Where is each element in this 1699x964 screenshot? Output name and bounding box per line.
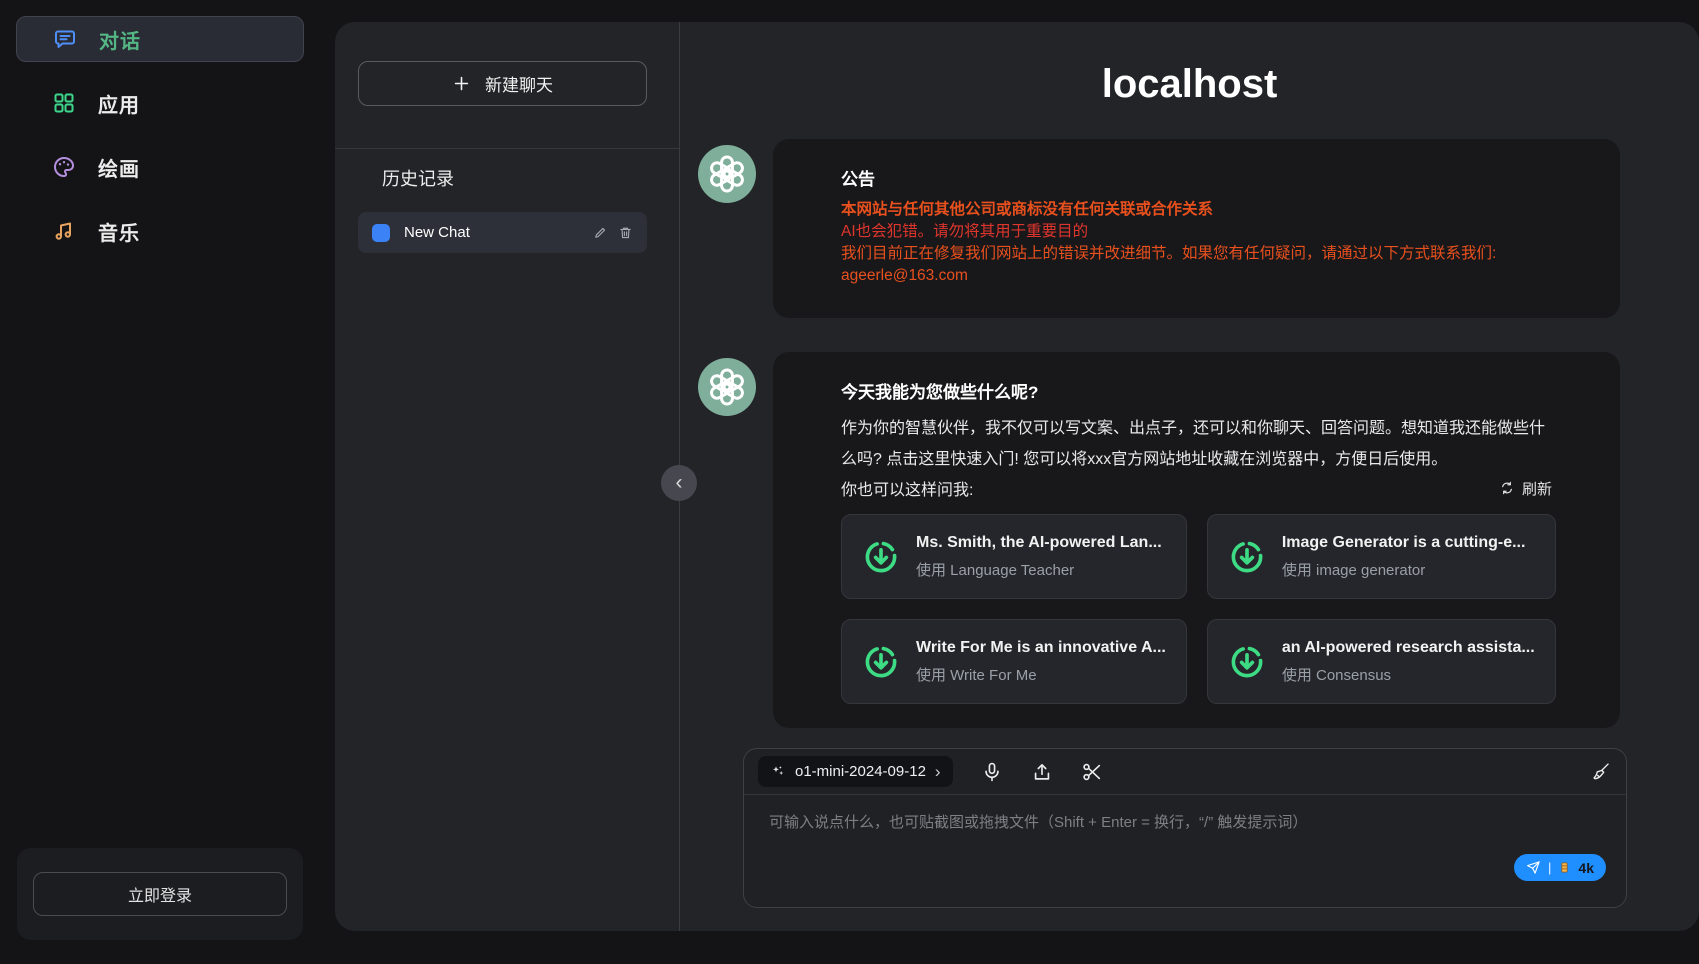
announcement-line: 我们目前正在修复我们网站上的错误并改进细节。如果您有任何疑问，请通过以下方式联系… xyxy=(841,243,1552,265)
sidebar-item-label: 音乐 xyxy=(98,217,140,246)
announcement-title: 公告 xyxy=(841,165,1552,190)
suggestion-card[interactable]: Image Generator is a cutting-e... 使用 ima… xyxy=(1207,514,1556,599)
suggestion-card[interactable]: Ms. Smith, the AI-powered Lan... 使用 Lang… xyxy=(841,514,1187,599)
chevron-right-icon: › xyxy=(935,763,941,780)
login-button[interactable]: 立即登录 xyxy=(33,872,287,916)
new-chat-button[interactable]: 新建聊天 xyxy=(358,61,647,106)
suggestion-cards: Ms. Smith, the AI-powered Lan... 使用 Lang… xyxy=(841,514,1552,704)
chat-history-item[interactable]: New Chat xyxy=(358,212,647,253)
send-icon xyxy=(1526,860,1541,875)
sidebar: 对话 应用 绘画 音乐 立即登录 xyxy=(0,0,335,964)
refresh-icon xyxy=(1499,480,1515,496)
chat-input-box: o1-mini-2024-09-12 › | 4k xyxy=(743,748,1627,908)
avatar xyxy=(698,145,756,203)
delete-icon[interactable] xyxy=(618,225,633,240)
chat-main-pane: localhost 公告 本网站与任何其他公司或商标没有任何关联或合作关系 AI… xyxy=(680,22,1699,931)
suggestion-title: an AI-powered research assista... xyxy=(1282,639,1535,657)
suggestion-card[interactable]: Write For Me is an innovative A... 使用 Wr… xyxy=(841,619,1187,704)
palette-icon xyxy=(52,155,76,179)
suggestion-card[interactable]: an AI-powered research assista... 使用 Con… xyxy=(1207,619,1556,704)
badge-divider: | xyxy=(1548,860,1551,875)
page-title: localhost xyxy=(680,62,1699,107)
download-circle-icon xyxy=(1228,643,1266,681)
chat-item-actions xyxy=(593,225,633,240)
chat-item-color-swatch xyxy=(372,224,390,242)
plus-icon xyxy=(452,74,471,93)
refresh-label: 刷新 xyxy=(1522,478,1552,499)
scissors-icon[interactable] xyxy=(1081,761,1103,783)
suggestion-title: Ms. Smith, the AI-powered Lan... xyxy=(916,534,1162,552)
welcome-title: 今天我能为您做些什么呢? xyxy=(841,378,1552,403)
divider xyxy=(335,148,679,149)
sidebar-item-label: 应用 xyxy=(98,89,140,118)
broom-icon[interactable] xyxy=(1591,761,1612,782)
sidebar-item-apps[interactable]: 应用 xyxy=(16,80,304,126)
music-note-icon xyxy=(52,219,76,243)
content-panel: 新建聊天 历史记录 New Chat ‹ localhost 公告 本网站与任何… xyxy=(335,22,1699,931)
sidebar-item-music[interactable]: 音乐 xyxy=(16,208,304,254)
login-card: 立即登录 xyxy=(17,848,303,940)
openai-logo-icon xyxy=(706,153,748,195)
suggestion-use: 使用 image generator xyxy=(1282,559,1526,580)
upload-icon[interactable] xyxy=(1031,761,1053,783)
send-token-badge[interactable]: | 4k xyxy=(1514,854,1606,881)
chat-item-title: New Chat xyxy=(404,224,579,241)
sparkles-icon xyxy=(770,764,786,780)
edit-icon[interactable] xyxy=(593,225,608,240)
ask-hint: 你也可以这样问我: xyxy=(841,476,973,500)
suggestion-use: 使用 Consensus xyxy=(1282,664,1535,685)
suggestion-use: 使用 Write For Me xyxy=(916,664,1166,685)
refresh-button[interactable]: 刷新 xyxy=(1499,478,1552,499)
sidebar-item-label: 对话 xyxy=(99,25,141,54)
contact-email-link[interactable]: ageerle@163.com xyxy=(841,267,968,284)
message-input[interactable] xyxy=(767,809,1467,879)
apps-grid-icon xyxy=(52,91,76,115)
openai-logo-icon xyxy=(706,366,748,408)
sidebar-item-drawing[interactable]: 绘画 xyxy=(16,144,304,190)
download-circle-icon xyxy=(862,538,900,576)
download-circle-icon xyxy=(1228,538,1266,576)
download-circle-icon xyxy=(862,643,900,681)
model-selector[interactable]: o1-mini-2024-09-12 › xyxy=(758,756,953,787)
suggestion-title: Image Generator is a cutting-e... xyxy=(1282,534,1526,552)
welcome-body: 作为你的智慧伙伴，我不仅可以写文案、出点子，还可以和你聊天、回答问题。想知道我还… xyxy=(841,413,1552,475)
sidebar-item-label: 绘画 xyxy=(98,153,140,182)
welcome-bubble: 今天我能为您做些什么呢? 作为你的智慧伙伴，我不仅可以写文案、出点子，还可以和你… xyxy=(773,352,1620,728)
coin-icon xyxy=(1558,860,1571,875)
new-chat-label: 新建聊天 xyxy=(485,71,553,96)
token-count: 4k xyxy=(1578,860,1594,876)
mic-icon[interactable] xyxy=(981,761,1003,783)
announcement-line: 本网站与任何其他公司或商标没有任何关联或合作关系 xyxy=(841,199,1552,221)
collapse-sidebar-button[interactable]: ‹ xyxy=(661,465,697,501)
chat-list-column: 新建聊天 历史记录 New Chat xyxy=(335,22,679,931)
announcement-bubble: 公告 本网站与任何其他公司或商标没有任何关联或合作关系 AI也会犯错。请勿将其用… xyxy=(773,139,1620,318)
chat-bubble-icon xyxy=(53,27,77,51)
chevron-left-icon: ‹ xyxy=(676,471,683,495)
input-toolbar: o1-mini-2024-09-12 › xyxy=(744,749,1626,795)
avatar xyxy=(698,358,756,416)
suggestion-title: Write For Me is an innovative A... xyxy=(916,639,1166,657)
model-name: o1-mini-2024-09-12 xyxy=(795,763,926,780)
sidebar-item-chat[interactable]: 对话 xyxy=(16,16,304,62)
suggestion-use: 使用 Language Teacher xyxy=(916,559,1162,580)
announcement-line: AI也会犯错。请勿将其用于重要目的 xyxy=(841,221,1552,243)
history-title: 历史记录 xyxy=(382,165,454,191)
